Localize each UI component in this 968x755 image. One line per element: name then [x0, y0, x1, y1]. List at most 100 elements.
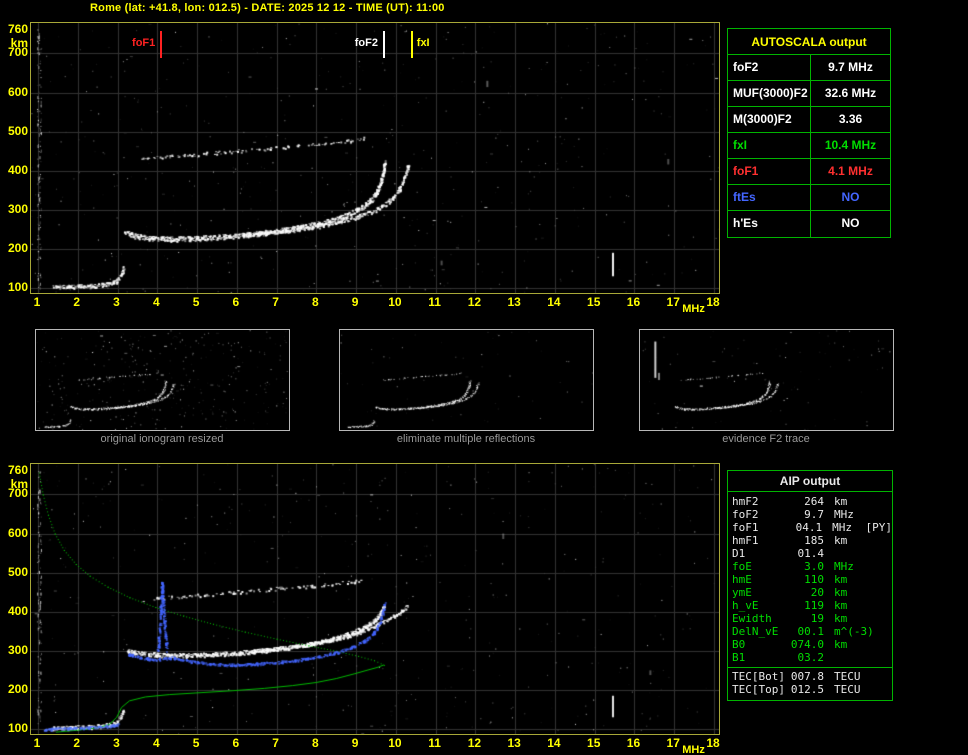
y-axis-unit: km — [10, 477, 28, 491]
ionogram-plot-bottom — [30, 463, 720, 735]
aip-param-extra — [868, 573, 892, 586]
marker-label-fxI: fxI — [416, 37, 430, 49]
aip-param-unit: km — [834, 586, 848, 599]
aip-param-unit: MHz — [832, 521, 853, 534]
y-tick-label: 300 — [7, 642, 28, 657]
aip-param-extra — [868, 508, 892, 521]
x-tick-label: 6 — [232, 736, 240, 750]
x-tick-label: 14 — [547, 736, 561, 750]
aip-param-unit — [824, 547, 868, 560]
aip-row: h_vE 119 km — [728, 599, 892, 612]
aip-row: hmF1 185 km — [728, 534, 892, 547]
aip-row: hmF2 264 km — [728, 495, 892, 508]
aip-param-extra — [868, 547, 892, 560]
y-tick-label: 600 — [7, 525, 28, 540]
aip-param-label: hmF2 — [732, 495, 759, 508]
thumbnail-canvas-f2-trace — [640, 330, 893, 430]
marker-label-foF1: foF1 — [132, 37, 156, 49]
x-tick-label: 1 — [33, 295, 41, 309]
aip-param-unit: km — [834, 638, 848, 651]
aip-param-label: h_vE — [732, 599, 759, 612]
aip-param-unit — [824, 651, 868, 664]
aip-param-label: foF1 — [732, 521, 759, 534]
aip-param-unit: MHz — [834, 508, 854, 521]
aip-param-extra — [868, 586, 892, 599]
autoscala-param-label: ftEs — [728, 185, 811, 210]
autoscala-row: h'Es NO — [728, 211, 890, 237]
aip-row: B0 074.0 km — [728, 638, 892, 651]
autoscala-param-label: foF1 — [728, 159, 811, 184]
autoscala-param-value: 10.4 MHz — [824, 138, 877, 152]
marker-line-fxI — [410, 31, 413, 58]
aip-param-value: 01.4 — [797, 547, 825, 560]
aip-param-extra — [868, 625, 892, 638]
aip-param-value: 119 — [804, 599, 824, 612]
marker-label-foF2: foF2 — [354, 37, 378, 49]
x-tick-label: 11 — [428, 736, 441, 750]
aip-param-unit: km — [834, 495, 848, 508]
ionogram-canvas-bottom — [31, 464, 719, 734]
y-tick-label: 100 — [7, 280, 28, 294]
x-tick-label: 5 — [192, 295, 200, 309]
aip-param-label: TEC[Top] — [732, 683, 785, 696]
aip-param-label: Ewidth — [732, 612, 772, 625]
x-tick-label: 9 — [351, 736, 359, 750]
x-tick-label: 13 — [507, 736, 521, 750]
x-tick-label: 10 — [388, 736, 402, 750]
aip-param-extra — [868, 599, 892, 612]
x-tick-label: 3 — [113, 295, 120, 309]
y-tick-label: 300 — [7, 201, 28, 216]
x-tick-label: 15 — [587, 736, 601, 750]
y-axis-unit: km — [10, 36, 28, 50]
aip-param-unit: m^(-3) — [834, 625, 874, 638]
autoscala-row: foF1 4.1 MHz — [728, 159, 890, 185]
x-tick-label: 17 — [666, 736, 680, 750]
autoscala-param-value: NO — [841, 216, 860, 230]
aip-param-label: TEC[Bot] — [732, 670, 785, 683]
aip-row: foF1 04.1 MHz [PY] — [728, 521, 892, 534]
thumbnail-canvas-original — [36, 330, 289, 430]
aip-param-unit: km — [834, 612, 848, 625]
aip-param-label: hmF1 — [732, 534, 759, 547]
aip-param-extra — [868, 560, 892, 573]
autoscala-table-title: AUTOSCALA output — [728, 29, 890, 55]
app-screen: Rome (lat: +41.8, lon: 012.5) - DATE: 20… — [0, 0, 968, 755]
aip-param-label: B1 — [732, 651, 746, 664]
thumbnail-caption-original: original ionogram resized — [100, 433, 224, 445]
aip-param-value: 04.1 — [795, 521, 823, 534]
x-tick-label: 15 — [587, 295, 601, 309]
autoscala-row: ftEs NO — [728, 185, 890, 211]
aip-row: DelN_vE 00.1 m^(-3) — [728, 625, 892, 638]
aip-param-value: 03.2 — [797, 651, 825, 664]
aip-param-value: 9.7 — [804, 508, 824, 521]
aip-param-unit: MHz — [834, 560, 854, 573]
x-tick-label: 12 — [467, 736, 482, 750]
aip-param-label: ymE — [732, 586, 752, 599]
aip-param-extra: [PY] — [865, 521, 893, 534]
aip-rows: hmF2 264 km foF2 9.7 MHz foF1 04.1 MHz [PY] hmF1 18… — [728, 492, 892, 664]
aip-param-extra — [868, 534, 892, 547]
aip-param-unit: TECU — [834, 683, 861, 696]
x-tick-label: 10 — [388, 295, 402, 309]
y-tick-label: 400 — [7, 603, 28, 618]
x-tick-label: 2 — [73, 295, 81, 309]
aip-param-label: foE — [732, 560, 752, 573]
aip-row: ymE 20 km — [728, 586, 892, 599]
aip-param-value: 19 — [810, 612, 824, 625]
aip-param-value: 012.5 — [790, 683, 824, 696]
aip-tec-row: TEC[Bot] 007.8 TECU — [728, 670, 892, 683]
x-axis-unit: MHz — [682, 303, 705, 315]
x-tick-label: 3 — [113, 736, 120, 750]
marker-line-foF1 — [160, 31, 163, 58]
aip-tec-row: TEC[Top] 012.5 TECU — [728, 683, 892, 696]
x-tick-label: 7 — [272, 736, 279, 750]
aip-param-extra — [868, 612, 892, 625]
autoscala-param-label: h'Es — [728, 211, 811, 237]
aip-param-extra — [868, 495, 892, 508]
x-tick-label: 4 — [152, 295, 160, 309]
x-tick-label: 17 — [666, 295, 680, 309]
aip-param-value: 3.0 — [804, 560, 824, 573]
aip-param-label: DelN_vE — [732, 625, 779, 638]
y-tick-label: 100 — [7, 721, 28, 735]
x-tick-label: 16 — [626, 736, 641, 750]
